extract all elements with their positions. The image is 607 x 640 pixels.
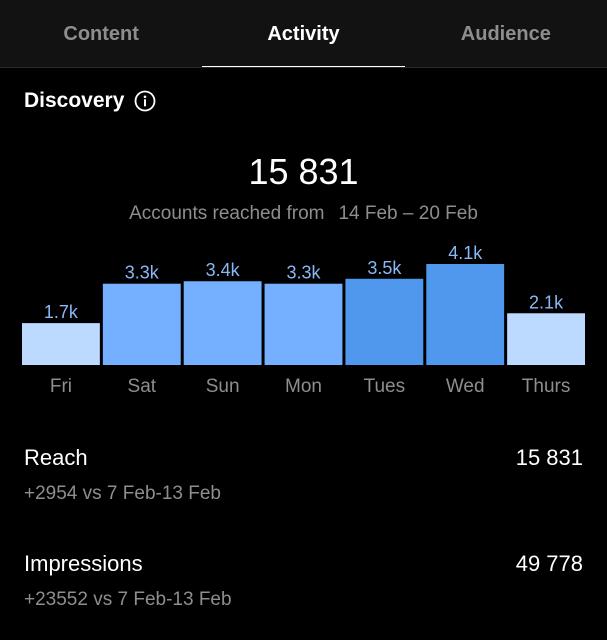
tab-divider — [0, 67, 607, 68]
reach-row: Reach 15 831 — [24, 445, 583, 471]
day-label: Sun — [206, 376, 240, 397]
bar-value-label: 4.1k — [448, 243, 483, 263]
day-label: Wed — [446, 376, 485, 397]
tab-audience[interactable]: Audience — [405, 0, 607, 68]
impressions-value: 49 778 — [515, 551, 583, 576]
day-label: Thurs — [522, 376, 571, 397]
bar-value-label: 3.3k — [125, 263, 160, 283]
bar-wed[interactable] — [426, 264, 505, 365]
bar-sat[interactable] — [102, 283, 181, 365]
day-label: Tues — [364, 376, 406, 397]
day-label: Sat — [128, 376, 157, 397]
section-title: Discovery — [24, 89, 125, 112]
tab-activity[interactable]: Activity — [202, 0, 405, 68]
tab-bar: Content Activity Audience — [0, 0, 607, 68]
impressions-comparison: +23552 vs 7 Feb-13 Feb — [24, 589, 232, 610]
impressions-label: Impressions — [24, 551, 143, 576]
discovery-header: Discovery — [24, 89, 156, 113]
bar-thurs[interactable] — [507, 313, 585, 365]
bar-value-label: 3.5k — [367, 258, 402, 278]
bar-fri[interactable] — [22, 323, 100, 365]
bar-value-label: 1.7k — [44, 302, 79, 322]
bar-value-label: 3.3k — [286, 263, 321, 283]
accounts-reached-value: 15 831 — [248, 151, 359, 192]
reach-value: 15 831 — [515, 445, 583, 470]
reach-comparison: +2954 vs 7 Feb-13 Feb — [24, 483, 221, 504]
date-range: 14 Feb – 20 Feb — [338, 203, 478, 224]
reach-label: Reach — [24, 445, 88, 470]
day-label: Fri — [50, 376, 72, 397]
accounts-reached-subtitle: Accounts reached from 14 Feb – 20 Feb — [0, 203, 607, 225]
accounts-reached-label: Accounts reached from — [129, 203, 325, 224]
bar-mon[interactable] — [264, 283, 343, 365]
bar-value-label: 3.4k — [206, 260, 241, 280]
day-label: Mon — [285, 376, 322, 397]
bar-value-label: 2.1k — [529, 292, 564, 312]
bar-tues[interactable] — [345, 278, 424, 365]
impressions-row: Impressions 49 778 — [24, 551, 583, 577]
daily-reach-chart: 1.7k Fri 3.3k Sat 3.4k Sun 3.3k Mon 3.5k Tues 4.1k… — [22, 243, 585, 397]
tab-content[interactable]: Content — [0, 0, 202, 68]
info-icon[interactable] — [134, 90, 156, 112]
bar-sun[interactable] — [183, 281, 262, 365]
